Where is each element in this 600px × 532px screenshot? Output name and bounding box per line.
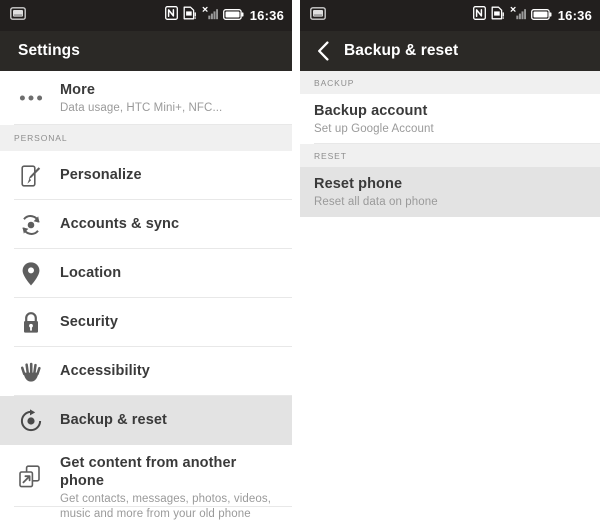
- sidebar-item-more[interactable]: More Data usage, HTC Mini+, NFC...: [0, 71, 292, 125]
- status-bar-notifications: [10, 6, 26, 25]
- status-bar-clock: 16:36: [249, 8, 284, 23]
- back-chevron-icon[interactable]: [312, 40, 334, 62]
- status-bar-left: 16:36: [0, 0, 292, 31]
- status-bar-right: 16:36: [300, 0, 600, 31]
- security-lock-icon: [14, 306, 48, 340]
- row-divider: [314, 143, 600, 144]
- list-item-label: Backup account: [314, 102, 428, 119]
- transfer-phone-icon: [14, 460, 48, 494]
- status-bar-icons: 16:36: [472, 6, 592, 25]
- backup-reset-action-bar: Backup & reset: [300, 31, 600, 71]
- signal-bars-no-service-icon: [510, 6, 526, 25]
- sidebar-item-label: Get content from another phone: [60, 455, 237, 490]
- backup-reset-icon: [14, 404, 48, 438]
- subtitle-line-2: music and more from your old phone: [60, 507, 251, 520]
- list-item-reset-phone[interactable]: Reset phone Reset all data on phone: [300, 167, 600, 217]
- sidebar-item-label: More: [60, 81, 96, 98]
- row-text: Security: [60, 313, 118, 331]
- row-text: Accessibility: [60, 362, 150, 380]
- row-text: Personalize: [60, 166, 142, 184]
- status-bar-icons: 16:36: [164, 6, 284, 25]
- backup-reset-list: BACKUP Backup account Set up Google Acco…: [300, 71, 600, 217]
- row-divider: [314, 216, 600, 217]
- row-divider: [14, 124, 292, 125]
- nfc-icon: [164, 6, 178, 25]
- row-text: Accounts & sync: [60, 215, 179, 233]
- section-header-personal: PERSONAL: [0, 125, 292, 151]
- subtitle-line-1: Get contacts, messages, photos, videos,: [60, 493, 272, 506]
- page-title: Backup & reset: [344, 42, 459, 59]
- screenshot-root: 16:36 Settings More Data usage, HTC Mini…: [0, 0, 600, 532]
- section-label: PERSONAL: [14, 133, 68, 143]
- more-dots-icon: [14, 81, 48, 115]
- sidebar-item-get-content[interactable]: Get content from another phone Get conta…: [0, 445, 292, 520]
- accounts-sync-icon: [14, 208, 48, 242]
- sd-card-warning-icon: [183, 6, 197, 25]
- location-pin-icon: [14, 257, 48, 291]
- sidebar-item-label: Location: [60, 265, 122, 282]
- row-text: More Data usage, HTC Mini+, NFC...: [60, 81, 222, 116]
- battery-icon: [222, 7, 244, 25]
- sidebar-item-label: Backup & reset: [60, 412, 167, 429]
- list-item-subtitle: Reset all data on phone: [314, 195, 438, 208]
- sidebar-item-label: Accessibility: [60, 363, 150, 380]
- section-header-reset: RESET: [300, 144, 600, 167]
- nfc-icon: [472, 6, 486, 25]
- row-text: Location: [60, 264, 121, 282]
- screenshot-icon: [310, 6, 326, 25]
- sidebar-item-backup-reset[interactable]: Backup & reset: [0, 396, 292, 445]
- sidebar-item-personalize[interactable]: Personalize: [0, 151, 292, 200]
- section-label: RESET: [314, 150, 347, 161]
- status-bar-notifications: [310, 6, 326, 25]
- status-bar-clock: 16:36: [557, 8, 592, 23]
- page-title: Settings: [18, 42, 80, 59]
- section-label: BACKUP: [314, 77, 355, 88]
- row-text: Reset phone Reset all data on phone: [314, 175, 438, 210]
- list-item-label: Reset phone: [314, 175, 403, 192]
- settings-list: More Data usage, HTC Mini+, NFC... PERSO…: [0, 71, 292, 520]
- sidebar-item-accessibility[interactable]: Accessibility: [0, 347, 292, 396]
- sidebar-item-subtitle: Data usage, HTC Mini+, NFC...: [60, 101, 223, 114]
- personalize-brush-icon: [14, 159, 48, 193]
- settings-panel: 16:36 Settings More Data usage, HTC Mini…: [0, 0, 292, 532]
- section-header-backup: BACKUP: [300, 71, 600, 94]
- sidebar-item-label: Personalize: [60, 167, 142, 184]
- battery-icon: [530, 7, 552, 25]
- sidebar-item-label: Security: [60, 314, 119, 331]
- sidebar-item-label: Accounts & sync: [60, 216, 180, 233]
- sidebar-item-location[interactable]: Location: [0, 249, 292, 298]
- sidebar-item-accounts-sync[interactable]: Accounts & sync: [0, 200, 292, 249]
- sidebar-item-security[interactable]: Security: [0, 298, 292, 347]
- signal-bars-no-service-icon: [202, 6, 218, 25]
- list-item-backup-account[interactable]: Backup account Set up Google Account: [300, 94, 600, 144]
- list-item-subtitle: Set up Google Account: [314, 122, 434, 135]
- settings-action-bar: Settings: [0, 31, 292, 71]
- row-divider: [14, 506, 292, 507]
- backup-reset-panel: 16:36 Backup & reset BACKUP Backup accou…: [300, 0, 600, 532]
- accessibility-hand-icon: [14, 355, 48, 389]
- row-text: Backup account Set up Google Account: [314, 102, 434, 137]
- screenshot-icon: [10, 6, 26, 25]
- sd-card-warning-icon: [491, 6, 505, 25]
- row-text: Backup & reset: [60, 411, 167, 429]
- row-text: Get content from another phone Get conta…: [60, 454, 282, 522]
